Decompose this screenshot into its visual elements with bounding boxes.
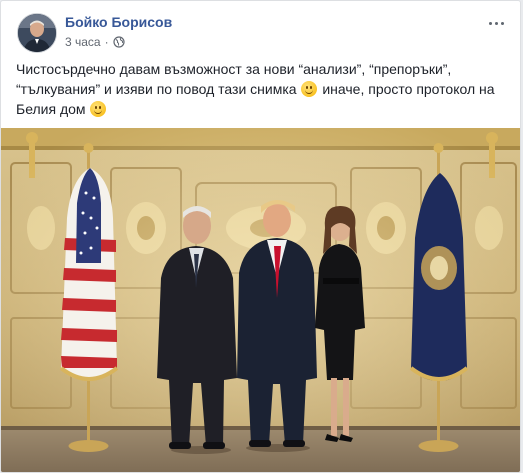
post-time[interactable]: 3 часа xyxy=(65,35,101,49)
post-text-line1: Чистосърдечно давам възможност за нови “… xyxy=(16,61,452,77)
meta-separator: · xyxy=(104,35,109,49)
post-text: Чистосърдечно давам възможност за нови “… xyxy=(16,59,506,119)
post-photo[interactable] xyxy=(1,128,520,472)
post-text-line2b: иначе, просто протокол на xyxy=(322,81,495,97)
post-text-line3: Белия дом xyxy=(16,101,86,117)
post-meta: 3 часа · xyxy=(65,35,125,49)
post-text-line2a: “тълкувания” и изяви по повод тази снимк… xyxy=(16,81,297,97)
post-header: Бойко Борисов 3 часа · xyxy=(13,11,508,55)
more-dots-icon[interactable] xyxy=(484,13,508,33)
author-avatar[interactable] xyxy=(17,13,57,53)
globe-icon[interactable] xyxy=(113,36,125,48)
smiley-emoji-icon xyxy=(90,101,107,117)
author-name[interactable]: Бойко Борисов xyxy=(65,14,172,30)
facebook-post: Бойко Борисов 3 часа · Чистосърдечно дав… xyxy=(0,0,521,473)
smiley-emoji-icon xyxy=(301,81,318,97)
